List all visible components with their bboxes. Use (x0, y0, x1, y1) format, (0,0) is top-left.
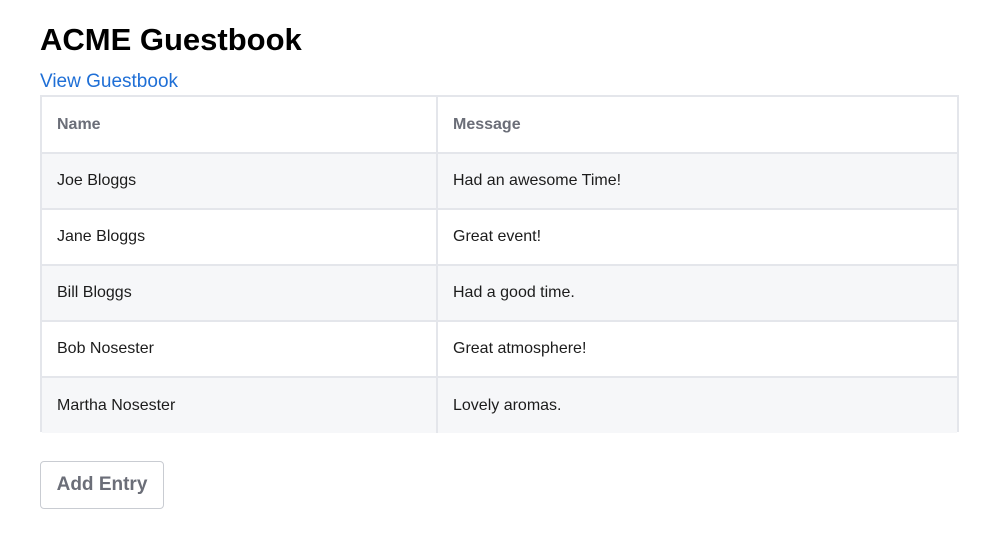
add-entry-button[interactable]: Add Entry (40, 461, 164, 509)
page: ACME Guestbook View Guestbook Name Messa… (0, 0, 1000, 546)
table-row: Joe Bloggs Had an awesome Time! (42, 153, 957, 210)
column-header-name: Name (42, 97, 438, 154)
cell-message: Great atmosphere! (437, 321, 957, 378)
cell-message: Had an awesome Time! (437, 153, 957, 210)
cell-name: Joe Bloggs (42, 153, 438, 210)
cell-message: Had a good time. (437, 265, 957, 322)
page-title: ACME Guestbook (40, 22, 302, 57)
table-row: Jane Bloggs Great event! (42, 209, 957, 266)
cell-message: Great event! (437, 209, 957, 266)
cell-name: Bob Nosester (42, 321, 438, 378)
table-row: Martha Nosester Lovely aromas. (42, 377, 957, 433)
cell-name: Martha Nosester (42, 377, 438, 433)
cell-name: Bill Bloggs (42, 265, 438, 322)
guestbook-table-container: Name Message Joe Bloggs Had an awesome T… (40, 95, 959, 433)
table-row: Bob Nosester Great atmosphere! (42, 321, 957, 378)
view-guestbook-link[interactable]: View Guestbook (40, 70, 178, 94)
cell-name: Jane Bloggs (42, 209, 438, 266)
table-header-row: Name Message (42, 97, 957, 154)
cell-message: Lovely aromas. (437, 377, 957, 433)
table-row: Bill Bloggs Had a good time. (42, 265, 957, 322)
guestbook-table: Name Message Joe Bloggs Had an awesome T… (42, 97, 957, 433)
column-header-message: Message (437, 97, 957, 154)
